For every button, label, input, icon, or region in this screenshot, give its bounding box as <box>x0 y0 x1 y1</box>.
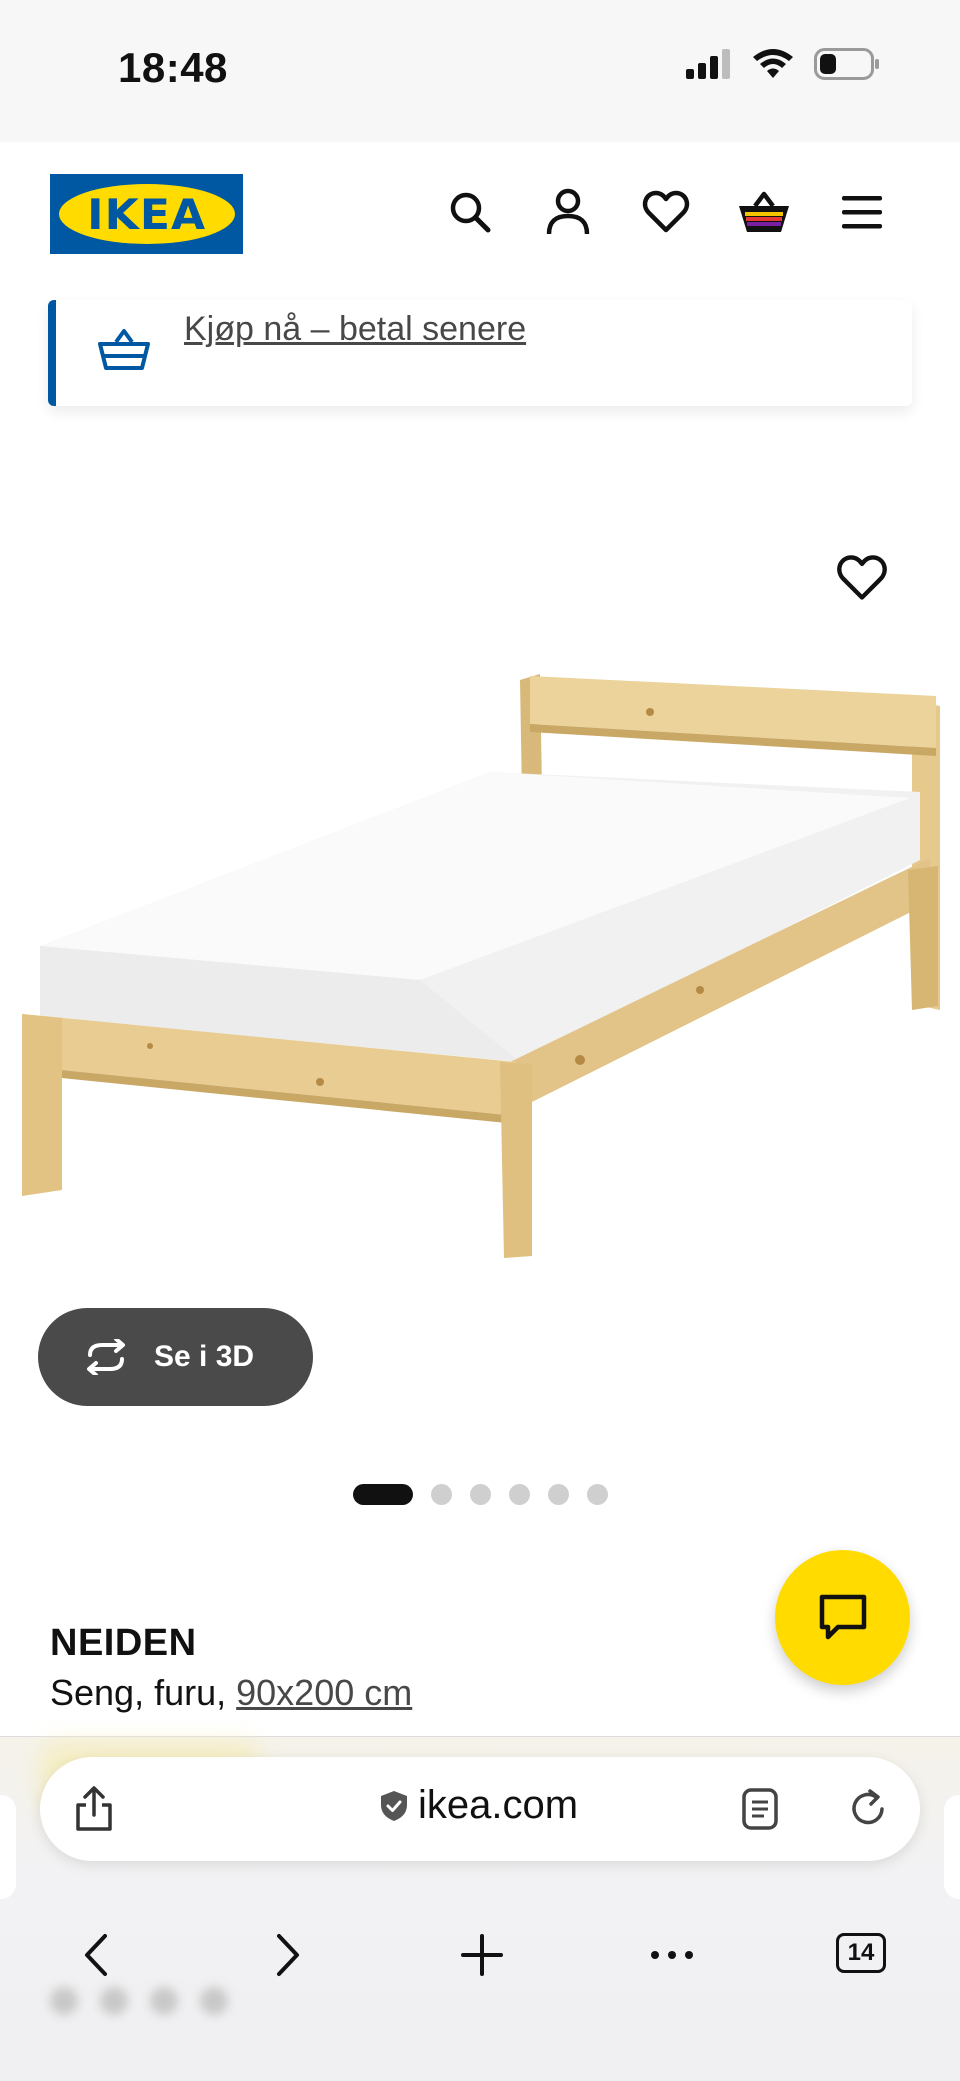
add-to-favorites-button[interactable] <box>836 554 888 606</box>
more-options-icon[interactable] <box>642 1925 702 1985</box>
wifi-icon <box>753 49 793 78</box>
status-icons <box>686 48 880 80</box>
carousel-dot[interactable] <box>509 1484 530 1505</box>
cart-icon[interactable] <box>736 184 792 240</box>
product-page: 18:48 IKEA Kjøp nå – betal senere Se i 3… <box>0 0 960 2081</box>
carousel-dot[interactable] <box>470 1484 491 1505</box>
product-size-link[interactable]: 90x200 cm <box>236 1672 412 1713</box>
see-in-3d-button[interactable]: Se i 3D <box>38 1308 313 1406</box>
product-image[interactable] <box>0 660 960 1280</box>
url-text: ikea.com <box>418 1783 579 1827</box>
carousel-dot[interactable] <box>353 1484 413 1505</box>
site-header: IKEA <box>0 142 960 254</box>
browser-toolbar: 14 <box>0 1905 960 2005</box>
payment-banner: Kjøp nå – betal senere <box>48 300 912 406</box>
basket-icon <box>98 329 150 370</box>
see-in-3d-label: Se i 3D <box>154 1340 255 1373</box>
logo-text: IKEA <box>86 189 207 239</box>
chat-button[interactable] <box>775 1550 910 1685</box>
reload-icon[interactable] <box>846 1787 890 1831</box>
share-icon[interactable] <box>72 1785 116 1833</box>
product-name: NEIDEN <box>50 1622 197 1664</box>
carousel-dot[interactable] <box>548 1484 569 1505</box>
lock-shield-icon <box>381 1790 407 1821</box>
back-icon[interactable] <box>66 1925 126 1985</box>
carousel-dot[interactable] <box>431 1484 452 1505</box>
cellular-signal-icon <box>686 49 730 79</box>
carousel-dot[interactable] <box>587 1484 608 1505</box>
rotate-3d-icon <box>87 1339 125 1375</box>
chat-icon <box>819 1594 866 1639</box>
status-time: 18:48 <box>118 44 228 91</box>
heart-icon[interactable] <box>638 184 694 240</box>
product-description: Seng, furu, 90x200 cm <box>50 1672 412 1714</box>
image-carousel-dots <box>353 1484 608 1505</box>
search-icon[interactable] <box>442 184 498 240</box>
product-type: Seng, furu, <box>50 1672 227 1713</box>
forward-icon[interactable] <box>258 1925 318 1985</box>
browser-bottom-bar: ikea.com 14 <box>0 1736 960 2081</box>
tabs-button[interactable]: 14 <box>836 1933 886 1973</box>
reader-mode-icon[interactable] <box>740 1787 780 1831</box>
battery-icon <box>814 48 879 80</box>
address-bar[interactable]: ikea.com <box>40 1757 920 1861</box>
ikea-logo[interactable]: IKEA <box>50 174 243 254</box>
buy-now-pay-later-link[interactable]: Kjøp nå – betal senere <box>184 310 526 349</box>
status-bar: 18:48 <box>0 0 960 142</box>
new-tab-icon[interactable] <box>452 1925 512 1985</box>
url-display[interactable]: ikea.com <box>380 1783 578 1828</box>
menu-icon[interactable] <box>834 184 890 240</box>
user-icon[interactable] <box>540 184 596 240</box>
